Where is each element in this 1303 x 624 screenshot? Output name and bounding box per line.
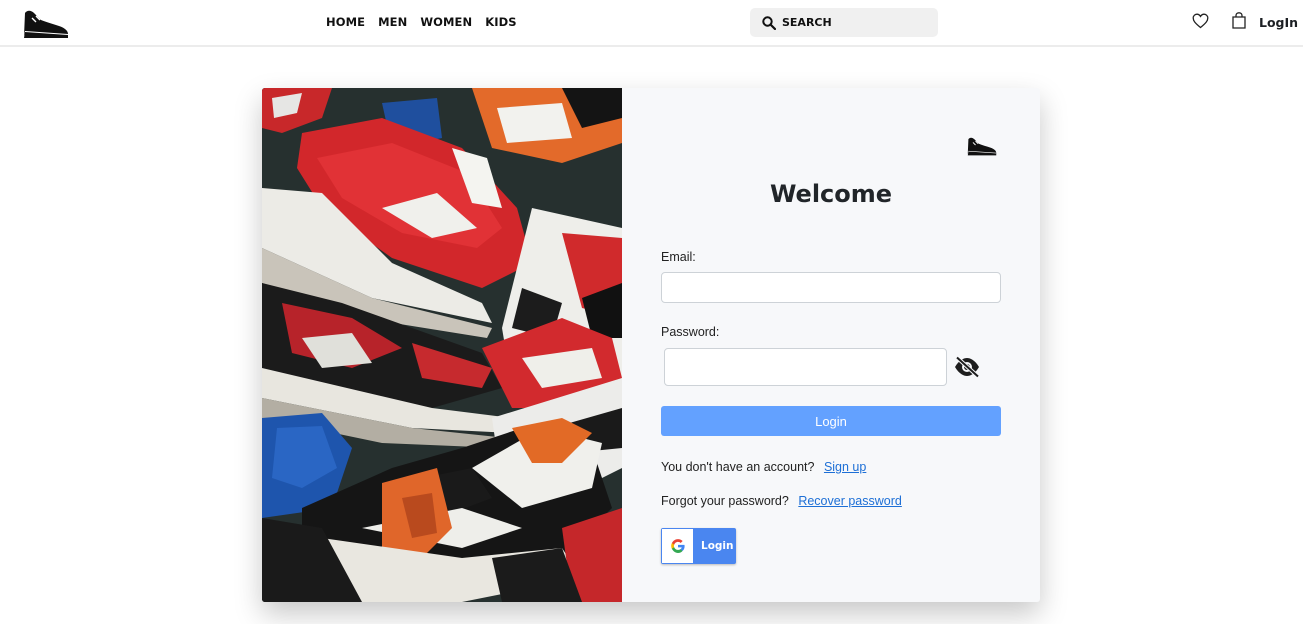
sneakers-pile-image — [262, 88, 622, 602]
password-label: Password: — [661, 325, 720, 339]
sneaker-logo-icon — [967, 137, 997, 156]
google-icon — [670, 539, 685, 553]
signup-prompt: You don't have an account? — [661, 460, 815, 474]
signup-link[interactable]: Sign up — [824, 460, 866, 474]
forgot-prompt: Forgot your password? — [661, 494, 789, 508]
search-label: SEARCH — [782, 16, 832, 29]
search-bar[interactable]: SEARCH — [750, 8, 938, 37]
recover-row: Forgot your password? Recover password — [661, 494, 902, 508]
nav-link-kids[interactable]: KIDS — [485, 15, 516, 29]
google-login-label: Login — [701, 540, 734, 552]
heart-icon[interactable] — [1192, 13, 1209, 29]
search-icon — [762, 15, 776, 30]
google-icon-box — [662, 529, 693, 563]
recover-password-link[interactable]: Recover password — [798, 494, 902, 508]
sneaker-logo-icon[interactable] — [22, 5, 70, 39]
top-navbar: HOME MEN WOMEN KIDS SEARCH LogIn — [0, 0, 1303, 47]
login-button[interactable]: Login — [661, 406, 1001, 436]
login-card: Welcome Email: Password: Login You don't… — [262, 88, 1040, 602]
eye-slash-icon[interactable] — [953, 356, 981, 378]
main-nav: HOME MEN WOMEN KIDS — [326, 15, 530, 29]
nav-link-women[interactable]: WOMEN — [420, 15, 472, 29]
signup-row: You don't have an account? Sign up — [661, 460, 866, 474]
nav-link-home[interactable]: HOME — [326, 15, 365, 29]
welcome-heading: Welcome — [769, 180, 893, 208]
shopping-bag-icon[interactable] — [1231, 12, 1247, 29]
email-label: Email: — [661, 250, 696, 264]
nav-link-men[interactable]: MEN — [378, 15, 407, 29]
login-form: Welcome Email: Password: Login You don't… — [622, 88, 1040, 602]
login-link[interactable]: LogIn — [1259, 15, 1298, 30]
password-field[interactable] — [664, 348, 947, 386]
email-field[interactable] — [661, 272, 1001, 303]
google-login-button[interactable]: Login — [661, 528, 736, 564]
